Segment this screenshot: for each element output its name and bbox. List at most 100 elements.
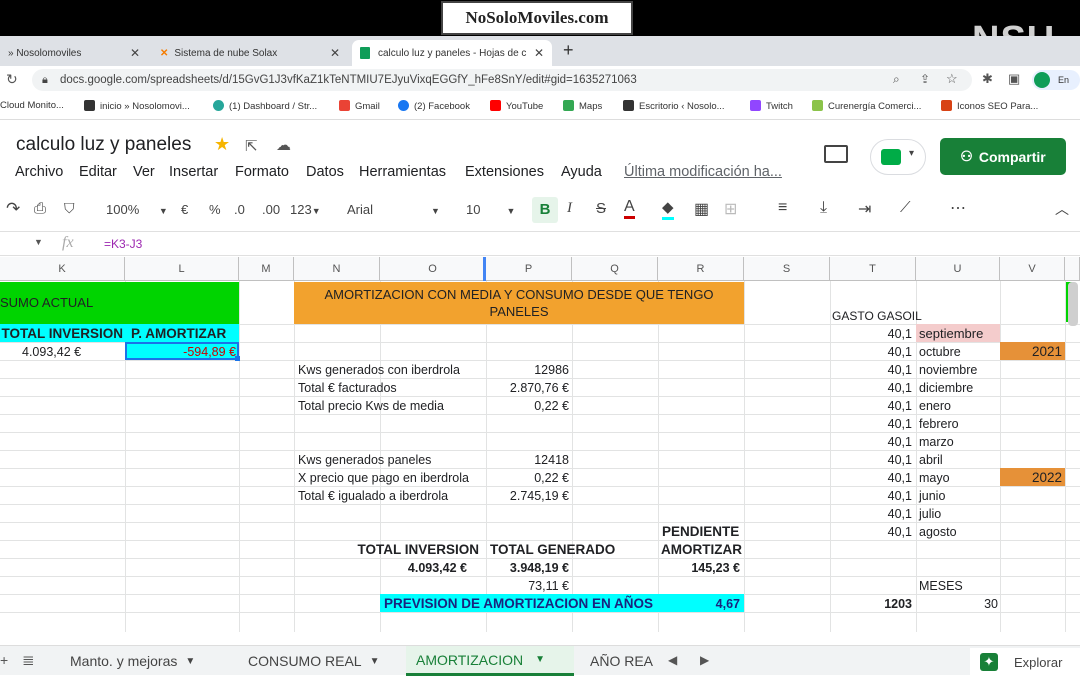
cell-sum-generado-label[interactable]: TOTAL GENERADO	[490, 541, 615, 559]
align-left-icon[interactable]: ≡	[778, 199, 787, 217]
bookmark-item[interactable]: Curenergía Comerci...	[812, 100, 921, 112]
paint-format-icon[interactable]: ⛉	[64, 200, 75, 217]
cell-pendiente-label-2[interactable]: AMORTIZAR	[661, 541, 742, 559]
cell-label[interactable]: Total € facturados	[298, 379, 397, 397]
cell-value[interactable]: 0,22 €	[486, 397, 569, 415]
move-folder-icon[interactable]: ⇱	[245, 137, 258, 155]
cell-gasoil-month[interactable]: febrero	[919, 415, 959, 433]
cell-label[interactable]: Total € igualado a iberdrola	[298, 487, 448, 505]
cell-p-amortizar-value[interactable]: -594,89 €	[125, 343, 236, 361]
font-select[interactable]: Arial ▼	[347, 202, 440, 217]
cell-pendiente-value[interactable]: 145,23 €	[658, 559, 740, 577]
extensions-icon[interactable]: ✱	[982, 71, 993, 87]
tab-manto-mejoras[interactable]: Manto. y mejoras ▼	[60, 646, 205, 676]
cell-prevision-label[interactable]: PREVISION DE AMORTIZACION EN AÑOS	[384, 595, 658, 613]
menu-extensiones[interactable]: Extensiones	[465, 164, 544, 180]
explore-button[interactable]: ✦ Explorar	[970, 648, 1080, 676]
column-header[interactable]: K	[0, 257, 125, 281]
cell-gasoil-month[interactable]: noviembre	[919, 361, 977, 379]
cell-gasoil-amount[interactable]: 40,1	[830, 487, 912, 505]
cloud-status-icon[interactable]: ☁	[276, 136, 291, 154]
cell-amortizacion-header[interactable]: AMORTIZACION CON MEDIA Y CONSUMO DESDE Q…	[294, 286, 744, 322]
currency-format-button[interactable]: €	[181, 202, 188, 217]
cell-total-inversion-label[interactable]: TOTAL INVERSION	[0, 325, 123, 343]
cell-gasoil-month[interactable]: mayo	[919, 469, 950, 487]
cell-gasto-gasoil[interactable]: GASTO GASOIL	[832, 307, 922, 325]
meet-button[interactable]: ▾	[870, 139, 926, 175]
strikethrough-button[interactable]: S	[596, 200, 606, 217]
tab-ano-real[interactable]: AÑO REA	[580, 646, 656, 676]
bookmark-item[interactable]: (2) Facebook	[398, 100, 470, 112]
italic-button[interactable]: I	[567, 200, 572, 217]
tab-consumo-real[interactable]: CONSUMO REAL ▼	[238, 646, 389, 676]
borders-icon[interactable]: ▦	[694, 199, 709, 219]
collapse-icon[interactable]: ︿	[1055, 199, 1069, 219]
bookmark-item[interactable]: Cloud Monito...	[0, 100, 64, 111]
menu-archivo[interactable]: Archivo	[15, 164, 63, 180]
cell-gasoil-month[interactable]: septiembre	[919, 325, 983, 343]
menu-insertar[interactable]: Insertar	[169, 164, 218, 180]
column-header[interactable]: N	[294, 257, 380, 281]
new-tab-icon[interactable]: +	[563, 40, 574, 61]
url-field[interactable]: 🔒︎ docs.google.com/spreadsheets/d/15GvG1…	[32, 69, 972, 91]
scroll-tabs-left-icon[interactable]: ◀	[668, 653, 677, 667]
menu-datos[interactable]: Datos	[306, 164, 344, 180]
cell-gasoil-amount[interactable]: 40,1	[830, 361, 912, 379]
star-icon[interactable]: ★	[214, 134, 230, 155]
star-icon[interactable]: ☆	[946, 71, 958, 87]
browser-tab[interactable]: ✕ Sistema de nube Solax ✕	[152, 40, 348, 66]
cell-value[interactable]: 2.870,76 €	[486, 379, 569, 397]
browser-tab-active[interactable]: calculo luz y paneles - Hojas de c ✕	[352, 40, 552, 66]
cell-gasoil-month[interactable]: julio	[919, 505, 941, 523]
menu-editar[interactable]: Editar	[79, 164, 117, 180]
close-icon[interactable]: ✕	[330, 46, 340, 60]
column-header[interactable]: V	[1000, 257, 1065, 281]
cell-pendiente-label[interactable]: PENDIENTE	[662, 523, 739, 541]
menu-ver[interactable]: Ver	[133, 164, 155, 180]
chevron-down-icon[interactable]: ▼	[34, 237, 43, 247]
bookmark-item[interactable]: Iconos SEO Para...	[941, 100, 1038, 112]
cell-gasoil-month[interactable]: octubre	[919, 343, 961, 361]
cell-year[interactable]: 2021	[1000, 343, 1062, 361]
cell-gasoil-amount[interactable]: 40,1	[830, 325, 912, 343]
cell-gasoil-month[interactable]: junio	[919, 487, 945, 505]
menu-ayuda[interactable]: Ayuda	[561, 164, 602, 180]
font-size-select[interactable]: 10 ▼	[466, 202, 515, 217]
cell-prevision-value[interactable]: 4,67	[658, 595, 740, 613]
cell-year[interactable]: 2022	[1000, 469, 1062, 487]
cell-total-inversion-value[interactable]: 4.093,42 €	[22, 343, 81, 361]
cell-consumo-actual[interactable]: SUMO ACTUAL	[0, 294, 93, 312]
cell-gasoil-month[interactable]: diciembre	[919, 379, 973, 397]
cell-gasoil-amount[interactable]: 40,1	[830, 505, 912, 523]
reload-icon[interactable]: ↻	[6, 71, 18, 88]
redo-icon[interactable]: ↷	[6, 199, 20, 219]
close-icon[interactable]: ✕	[130, 46, 140, 60]
vertical-scrollbar[interactable]	[1068, 282, 1078, 326]
bookmark-item[interactable]: inicio » Nosolomovi...	[84, 100, 190, 112]
valign-bottom-icon[interactable]: ⤓	[820, 199, 827, 217]
all-sheets-icon[interactable]: ≣	[22, 651, 35, 669]
cell-label[interactable]: X precio que pago en iberdrola	[298, 469, 469, 487]
cell-gasoil-month[interactable]: abril	[919, 451, 943, 469]
cell-gasoil-month[interactable]: marzo	[919, 433, 954, 451]
column-header[interactable]: T	[830, 257, 916, 281]
bookmark-item[interactable]: Maps	[563, 100, 602, 112]
cell-label[interactable]: Kws generados paneles	[298, 451, 431, 469]
bold-button[interactable]: B	[532, 197, 558, 223]
more-icon[interactable]: ⋯	[950, 198, 966, 218]
fill-color-icon[interactable]: ◆	[662, 199, 674, 220]
cell-value[interactable]: 2.745,19 €	[486, 487, 569, 505]
bookmark-item[interactable]: (1) Dashboard / Str...	[213, 100, 317, 112]
last-edit-link[interactable]: Última modificación ha...	[624, 164, 782, 180]
bookmark-item[interactable]: YouTube	[490, 100, 543, 112]
bookmark-item[interactable]: Gmail	[339, 100, 380, 112]
column-header[interactable]: O	[380, 257, 486, 281]
percent-format-button[interactable]: %	[209, 202, 221, 217]
cell-p-amortizar-label[interactable]: P. AMORTIZAR	[131, 325, 226, 343]
spreadsheet-grid[interactable]: K L M N O P Q R S T U V SUMO ACTUAL AMOR…	[0, 257, 1080, 632]
share-page-icon[interactable]: ⇪	[920, 72, 930, 86]
cell-meses-label[interactable]: MESES	[919, 577, 963, 595]
cell-sum-generado-value[interactable]: 3.948,19 €	[486, 559, 569, 577]
cell-gasoil-amount[interactable]: 40,1	[830, 469, 912, 487]
formula-input[interactable]: =K3-J3	[104, 237, 142, 251]
